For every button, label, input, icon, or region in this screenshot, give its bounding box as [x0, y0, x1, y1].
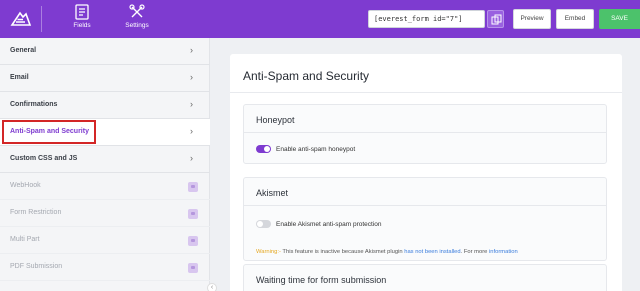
sidebar-item-label: WebHook	[10, 182, 41, 189]
akismet-warning: Warning:- This feature is inactive becau…	[256, 249, 518, 255]
sidebar-item-email[interactable]: Email ›	[0, 65, 210, 92]
chevron-right-icon: ›	[190, 99, 193, 109]
sidebar-item-webhook[interactable]: WebHook	[0, 173, 210, 200]
waiting-time-card: Waiting time for form submission	[243, 264, 607, 291]
information-link[interactable]: information	[489, 249, 518, 255]
chevron-right-icon: ›	[190, 45, 193, 55]
sidebar-item-multi-part[interactable]: Multi Part	[0, 227, 210, 254]
fields-icon	[75, 4, 89, 20]
preview-button[interactable]: Preview	[513, 9, 551, 29]
sidebar-item-label: Email	[10, 74, 29, 81]
lock-icon	[188, 182, 198, 192]
nav-fields-label: Fields	[73, 22, 91, 29]
sidebar-item-label: Custom CSS and JS	[10, 155, 78, 162]
sidebar-item-pdf-submission[interactable]: PDF Submission	[0, 254, 210, 281]
lock-icon	[188, 263, 198, 273]
chevron-right-icon: ›	[190, 126, 193, 136]
card-heading: Honeypot	[256, 115, 295, 125]
highlight-box	[2, 120, 96, 144]
sidebar-item-label: PDF Submission	[10, 263, 63, 270]
page-title: Anti-Spam and Security	[243, 69, 370, 83]
not-installed-link[interactable]: has not been installed	[404, 249, 460, 255]
save-button[interactable]: SAVE	[599, 9, 640, 29]
divider	[230, 92, 622, 93]
shortcode-field[interactable]: [everest_form id="7"]	[368, 10, 485, 28]
warning-suffix: . For more	[460, 249, 489, 255]
copy-shortcode-button[interactable]	[487, 10, 504, 28]
settings-sidebar: General › Email › Confirmations › Anti-S…	[0, 38, 210, 291]
sidebar-item-confirmations[interactable]: Confirmations ›	[0, 92, 210, 119]
divider	[41, 6, 42, 32]
nav-settings-label: Settings	[125, 22, 149, 29]
honeypot-toggle-label: Enable anti-spam honeypot	[276, 146, 356, 153]
collapse-sidebar-icon[interactable]: ‹	[207, 283, 217, 291]
honeypot-toggle[interactable]	[256, 145, 271, 153]
nav-settings-button[interactable]: Settings	[115, 3, 159, 35]
lock-icon	[188, 236, 198, 246]
sidebar-item-general[interactable]: General ›	[0, 38, 210, 65]
akismet-card: Akismet Enable Akismet anti-spam protect…	[243, 177, 607, 261]
honeypot-card: Honeypot Enable anti-spam honeypot	[243, 104, 607, 164]
sidebar-item-label: Confirmations	[10, 101, 58, 108]
warning-label: Warning:-	[256, 249, 281, 255]
card-heading: Waiting time for form submission	[256, 275, 387, 285]
chevron-right-icon: ›	[190, 72, 193, 82]
lock-icon	[188, 209, 198, 219]
akismet-toggle[interactable]	[256, 220, 271, 228]
top-bar: Fields Settings [everest_form id="7"] Pr…	[0, 0, 640, 38]
divider	[244, 132, 606, 133]
sidebar-item-label: Form Restriction	[10, 209, 62, 216]
card-heading: Akismet	[256, 188, 289, 198]
everest-forms-logo-icon[interactable]	[10, 8, 32, 30]
settings-icon	[129, 4, 145, 18]
sidebar-item-label: Multi Part	[10, 236, 40, 243]
sidebar-item-custom-css-js[interactable]: Custom CSS and JS ›	[0, 146, 210, 173]
copy-icon	[491, 14, 502, 25]
warning-text: This feature is inactive because Akismet…	[280, 249, 405, 255]
akismet-toggle-label: Enable Akismet anti-spam protection	[276, 221, 382, 228]
sidebar-item-form-restriction[interactable]: Form Restriction	[0, 200, 210, 227]
chevron-right-icon: ›	[190, 153, 193, 163]
nav-fields-button[interactable]: Fields	[60, 3, 104, 35]
divider	[244, 205, 606, 206]
embed-button[interactable]: Embed	[556, 9, 594, 29]
sidebar-item-label: General	[10, 47, 37, 54]
